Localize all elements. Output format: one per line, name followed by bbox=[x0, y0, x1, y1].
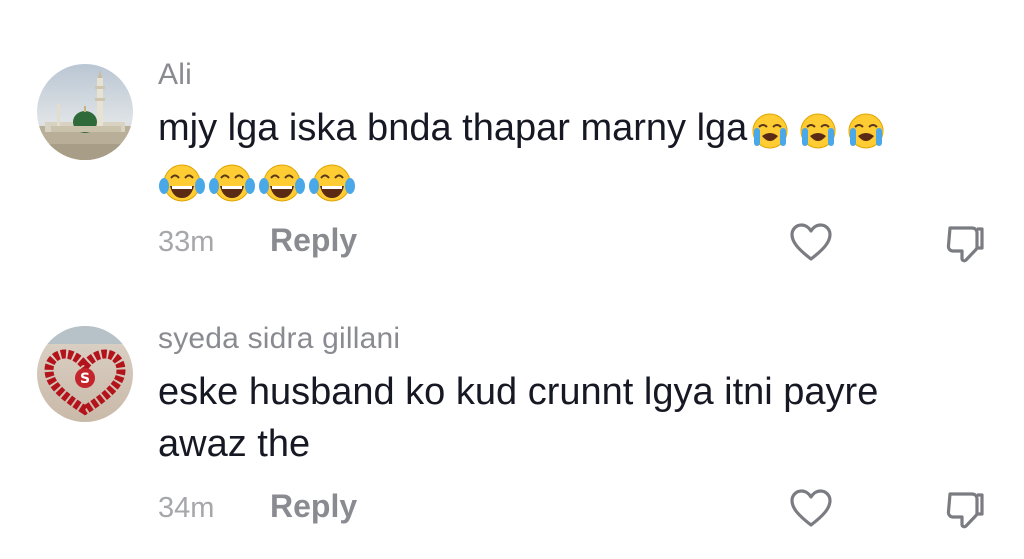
comment-meta: 33m Reply bbox=[158, 220, 988, 264]
dislike-button[interactable] bbox=[942, 486, 988, 532]
comment-item: S syeda sidra gillani eske husband ko ku… bbox=[0, 322, 1024, 552]
avatar[interactable]: S bbox=[37, 326, 133, 422]
emoji-row-laughing bbox=[158, 158, 358, 210]
dislike-button[interactable] bbox=[942, 220, 988, 266]
comment-text: mjy lga iska bnda thapar marny lga bbox=[158, 102, 978, 210]
face-with-tears-of-joy-icon bbox=[309, 164, 355, 202]
comment-timestamp: 34m bbox=[158, 492, 215, 524]
face-with-tears-of-joy-icon bbox=[159, 164, 205, 202]
loudly-crying-face-icon bbox=[752, 113, 788, 149]
like-button[interactable] bbox=[788, 220, 834, 266]
comment-text-line: awaz the bbox=[158, 423, 311, 465]
comment-meta: 34m Reply bbox=[158, 486, 988, 530]
thumbs-down-outline-icon bbox=[946, 492, 984, 529]
avatar[interactable] bbox=[37, 64, 133, 160]
loudly-crying-face-icon bbox=[848, 113, 884, 149]
rose-heart-avatar-image: S bbox=[37, 326, 133, 422]
emoji-row-crying bbox=[747, 104, 891, 156]
reply-button[interactable]: Reply bbox=[270, 488, 357, 525]
heart-outline-icon bbox=[790, 223, 832, 261]
comment-text-line: eske husband ko kud crunnt lgya itni pay… bbox=[158, 371, 879, 413]
thumbs-down-outline-icon bbox=[946, 226, 984, 263]
reply-button[interactable]: Reply bbox=[270, 222, 357, 259]
loudly-crying-face-icon bbox=[800, 113, 836, 149]
comment-username[interactable]: Ali bbox=[158, 58, 192, 92]
like-button[interactable] bbox=[788, 486, 834, 532]
comment-item: Ali mjy lga iska bnda thapar marny lga 3… bbox=[0, 58, 1024, 270]
comment-timestamp: 33m bbox=[158, 226, 215, 258]
comment-text: eske husband ko kud crunnt lgya itni pay… bbox=[158, 366, 978, 470]
mosque-avatar-image bbox=[37, 64, 133, 160]
face-with-tears-of-joy-icon bbox=[259, 164, 305, 202]
heart-outline-icon bbox=[790, 489, 832, 527]
comment-username[interactable]: syeda sidra gillani bbox=[158, 322, 400, 356]
comments-panel: Ali mjy lga iska bnda thapar marny lga 3… bbox=[0, 0, 1024, 559]
comment-text-content: mjy lga iska bnda thapar marny lga bbox=[158, 107, 748, 149]
face-with-tears-of-joy-icon bbox=[209, 164, 255, 202]
svg-text:S: S bbox=[80, 371, 90, 387]
